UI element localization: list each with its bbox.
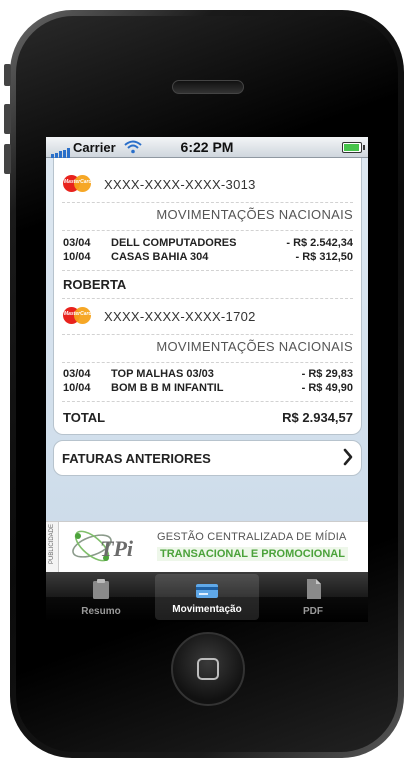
transaction-amount: - R$ 49,90 [301,382,353,394]
transaction-description: TOP MALHAS 03/03 [111,368,214,380]
previous-invoices-label: FATURAS ANTERIORES [62,451,211,466]
chevron-right-icon [343,448,353,466]
divider [62,362,353,363]
clock: 6:22 PM [180,139,234,155]
section-title: MOVIMENTAÇÕES NACIONAIS [156,207,353,222]
card-number: XXXX-XXXX-XXXX-3013 [104,177,256,192]
mastercard-logo-icon: MasterCard [63,307,92,324]
credit-card-icon [196,584,218,598]
ad-subheadline: TRANSACIONAL E PROMOCIONAL [157,547,348,561]
mute-switch [4,64,11,86]
divider [62,202,353,203]
tab-bar: Resumo Movimentação PDF [46,572,368,622]
ad-headline: GESTÃO CENTRALIZADA DE MÍDIA [157,531,347,543]
divider [62,230,353,231]
transaction-date: 03/04 [63,368,91,380]
transaction-date: 03/04 [63,237,91,249]
transaction-amount: - R$ 312,50 [295,251,353,263]
battery-icon [342,142,365,153]
transaction-amount: - R$ 29,83 [301,368,353,380]
statement-card: MasterCard XXXX-XXXX-XXXX-3013 MOVIMENTA… [53,158,362,435]
divider [62,298,353,299]
cardholder-name: ROBERTA [63,277,127,292]
home-button-square-icon [197,658,219,680]
svg-text:TPi: TPi [100,536,134,561]
card-number: XXXX-XXXX-XXXX-1702 [104,309,256,324]
tab-label: Movimentação [172,604,242,615]
tab-movimentacao[interactable]: Movimentação [155,574,259,620]
tab-resumo[interactable]: Resumo [49,572,153,622]
status-bar: Carrier 6:22 PM [46,137,368,158]
tab-label: Resumo [81,606,121,617]
home-button[interactable] [171,632,245,706]
clipboard-icon [93,579,109,599]
mastercard-logo-icon: MasterCard [63,175,92,192]
document-icon [307,579,321,599]
divider [62,334,353,335]
ad-banner[interactable]: PUBLICIDADE TPi GESTÃO CENTRALIZADA DE M… [46,521,368,572]
ad-tag: PUBLICIDADE [46,522,59,572]
transaction-date: 10/04 [63,382,91,394]
volume-up-button [4,104,11,134]
screen: Carrier 6:22 PM MasterCard XXXX-XXXX-XXX… [46,137,368,622]
previous-invoices-button[interactable]: FATURAS ANTERIORES [53,440,362,476]
transaction-description: DELL COMPUTADORES [111,237,237,249]
section-title: MOVIMENTAÇÕES NACIONAIS [156,339,353,354]
speaker-grille [172,80,244,94]
divider [62,401,353,402]
tab-label: PDF [303,606,323,617]
tpi-logo: TPi [72,530,134,562]
transaction-description: CASAS BAHIA 304 [111,251,209,263]
total-label: TOTAL [63,410,106,425]
transaction-description: BOM B B M INFANTIL [111,382,224,394]
volume-down-button [4,144,11,174]
total-value: R$ 2.934,57 [282,410,353,425]
tab-pdf[interactable]: PDF [261,572,365,622]
divider [62,270,353,271]
transaction-date: 10/04 [63,251,91,263]
transaction-amount: - R$ 2.542,34 [286,237,353,249]
